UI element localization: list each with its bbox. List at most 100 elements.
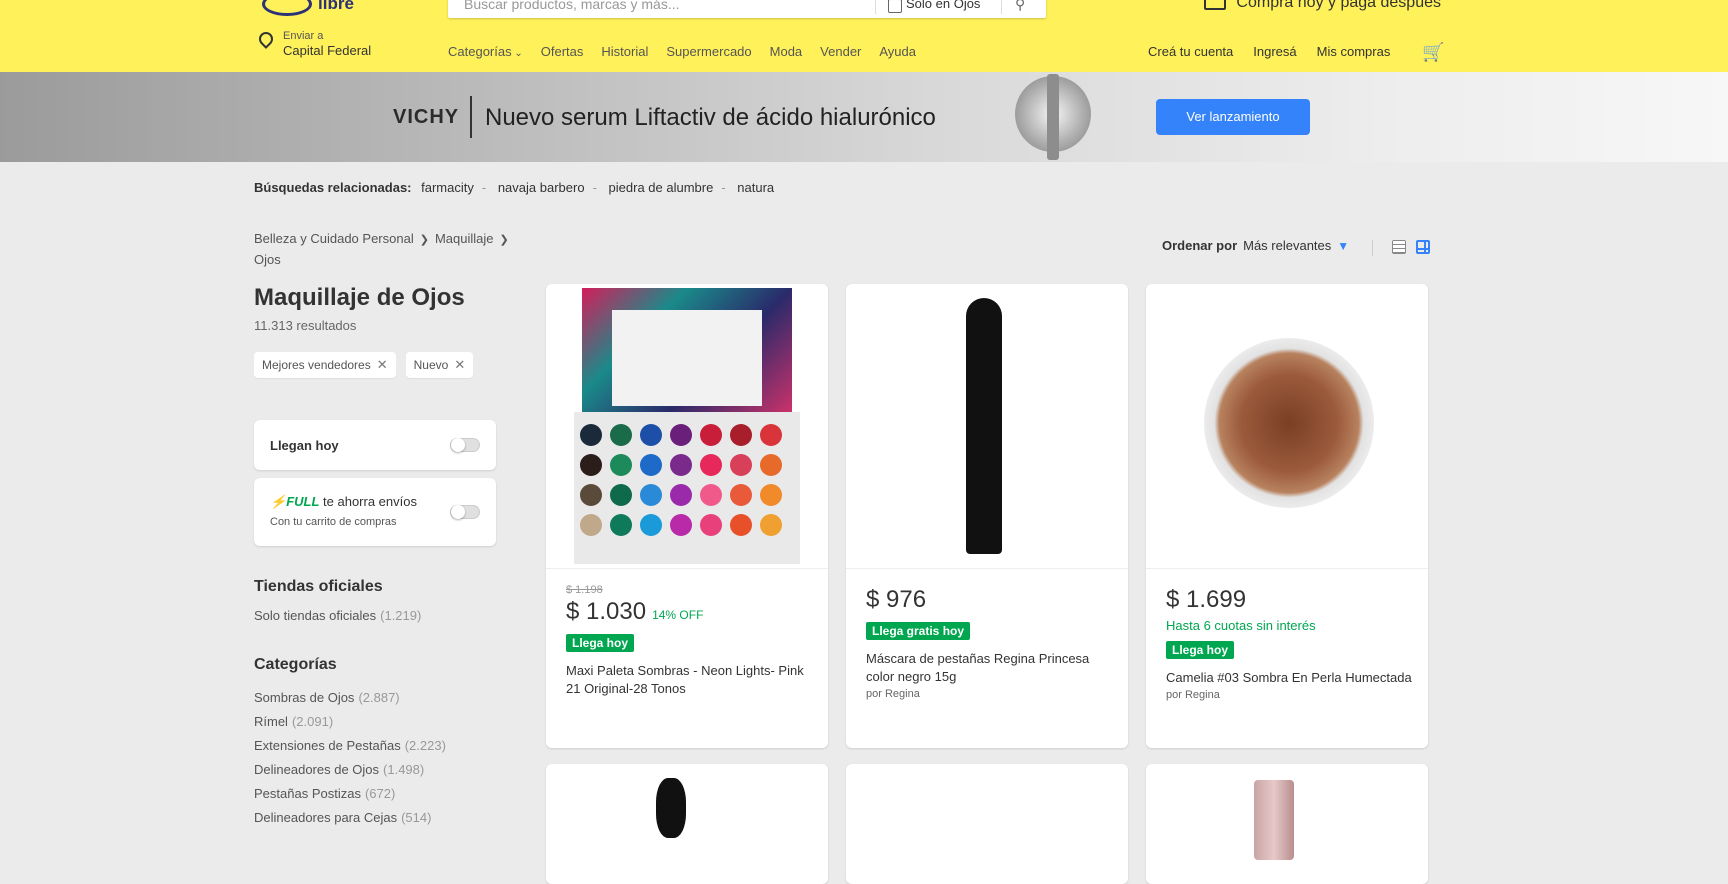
related-link[interactable]: natura xyxy=(737,180,774,195)
nav-supermercado[interactable]: Supermercado xyxy=(666,44,751,59)
breadcrumb: Belleza y Cuidado Personal ❯ Maquillaje ❯ O… xyxy=(254,229,524,270)
discount: 14% OFF xyxy=(652,608,704,622)
search-bar[interactable]: Buscar productos, marcas y más... Solo e… xyxy=(448,0,1046,18)
categorias-title: Categorías xyxy=(254,656,337,673)
nav-historial[interactable]: Historial xyxy=(601,44,648,59)
glitter-jar-image xyxy=(1204,338,1374,508)
banner-cta-button[interactable]: Ver lanzamiento xyxy=(1156,99,1310,135)
category-link[interactable]: Sombras de Ojos (2.887) xyxy=(254,686,446,710)
llegan-hoy-toggle[interactable] xyxy=(450,438,480,452)
chevron-right-icon: ❯ xyxy=(419,234,429,246)
nav-vender[interactable]: Vender xyxy=(820,44,861,59)
category-link[interactable]: Delineadores de Ojos (1.498) xyxy=(254,758,446,782)
results-count: 11.313 resultados xyxy=(254,318,357,333)
filter-chip[interactable]: Nuevo ✕ xyxy=(405,352,474,378)
applied-filters: Mejores vendedores ✕ Nuevo ✕ xyxy=(254,352,474,378)
price: $ 976 xyxy=(866,586,927,613)
page-title: Maquillaje de Ojos xyxy=(254,284,465,311)
account-nav: Creá tu cuenta Ingresá Mis compras xyxy=(1148,44,1390,59)
seller: por Regina xyxy=(866,688,920,700)
location-pin-icon xyxy=(256,29,276,49)
related-label: Búsquedas relacionadas: xyxy=(254,180,412,195)
search-divider-2 xyxy=(1001,0,1002,14)
tiendas-link[interactable]: Solo tiendas oficiales (1.219) xyxy=(254,608,421,623)
nav-ofertas[interactable]: Ofertas xyxy=(541,44,584,59)
mercadolibre-logo[interactable]: libre xyxy=(262,0,362,18)
banner-divider xyxy=(470,96,472,138)
product-title[interactable]: Camelia #03 Sombra En Perla Humectada xyxy=(1166,669,1412,687)
close-icon[interactable]: ✕ xyxy=(377,352,388,378)
eyeshadow-palette-image xyxy=(574,288,800,564)
promo-banner[interactable]: VICHY Nuevo serum Liftactiv de ácido hia… xyxy=(0,72,1728,162)
product-card[interactable]: $ 1.198 $ 1.030 14% OFF Llega hoy Maxi Pa… xyxy=(546,284,828,748)
product-card[interactable]: $ 976 Llega gratis hoy Máscara de pestañ… xyxy=(846,284,1128,748)
product-card[interactable]: $ 1.699 Hasta 6 cuotas sin interés Llega… xyxy=(1146,284,1428,748)
related-link[interactable]: farmacity xyxy=(421,180,474,195)
llegan-hoy-filter: Llegan hoy xyxy=(254,420,496,470)
product-title[interactable]: Máscara de pestañas Regina Princesa colo… xyxy=(866,650,1112,686)
card-icon xyxy=(1204,0,1227,10)
nav-moda[interactable]: Moda xyxy=(770,44,803,59)
chip-label: Nuevo xyxy=(413,358,449,372)
product-image[interactable] xyxy=(846,284,1128,569)
breadcrumb-item[interactable]: Maquillaje xyxy=(435,231,494,246)
view-divider xyxy=(1372,240,1373,256)
banner-tagline: Nuevo serum Liftactiv de ácido hialuróni… xyxy=(485,104,936,131)
price: $ 1.030 14% OFF xyxy=(566,598,704,625)
product-image[interactable] xyxy=(546,284,828,569)
cart-icon[interactable]: 🛒 xyxy=(1422,42,1444,63)
category-link[interactable]: Pestañas Postizas (672) xyxy=(254,782,446,806)
serum-bottle-image xyxy=(1015,74,1091,160)
list-view-icon[interactable] xyxy=(1392,240,1406,254)
llegan-hoy-label: Llegan hoy xyxy=(270,438,339,453)
sort-value: Más relevantes xyxy=(1243,238,1332,253)
close-icon[interactable]: ✕ xyxy=(454,352,465,378)
product-card[interactable] xyxy=(1146,764,1428,884)
handshake-icon xyxy=(262,0,312,16)
related-link[interactable]: navaja barbero xyxy=(498,180,585,195)
breadcrumb-item[interactable]: Belleza y Cuidado Personal xyxy=(254,231,414,246)
full-toggle[interactable] xyxy=(450,505,480,519)
categorias-list: Sombras de Ojos (2.887) Rímel (2.091) Exte… xyxy=(254,686,446,830)
category-link[interactable]: Delineadores para Cejas (514) xyxy=(254,806,446,830)
nav-ayuda[interactable]: Ayuda xyxy=(879,44,916,59)
product-title[interactable]: Maxi Paleta Sombras - Neon Lights- Pink … xyxy=(566,662,812,698)
full-sublabel: Con tu carrito de compras xyxy=(270,516,397,528)
product-image xyxy=(1254,780,1294,860)
full-bolt-icon: ⚡FULL xyxy=(270,494,320,509)
grid-view-icon[interactable] xyxy=(1416,240,1430,254)
product-card[interactable] xyxy=(846,764,1128,884)
scope-label: Solo en Ojos xyxy=(906,0,981,11)
scope-checkbox[interactable] xyxy=(888,0,902,13)
full-filter: ⚡FULL te ahorra envíos Con tu carrito de… xyxy=(254,478,496,546)
product-card[interactable] xyxy=(546,764,828,884)
full-label: ⚡FULL te ahorra envíos xyxy=(270,494,417,509)
related-link[interactable]: piedra de alumbre xyxy=(609,180,714,195)
header: libre Buscar productos, marcas y más... … xyxy=(0,0,1728,72)
related-searches: Búsquedas relacionadas: farmacity - navaj… xyxy=(254,180,775,195)
sort-dropdown[interactable]: Ordenar por Más relevantes ▼ xyxy=(1162,238,1349,253)
category-link[interactable]: Extensiones de Pestañas (2.223) xyxy=(254,734,446,758)
chevron-down-icon: ▼ xyxy=(1337,239,1350,253)
login-link[interactable]: Ingresá xyxy=(1253,44,1296,59)
my-purchases-link[interactable]: Mis compras xyxy=(1317,44,1391,59)
logo-word: libre xyxy=(318,0,354,13)
filter-chip[interactable]: Mejores vendedores ✕ xyxy=(254,352,396,378)
category-link[interactable]: Rímel (2.091) xyxy=(254,710,446,734)
search-input[interactable]: Buscar productos, marcas y más... xyxy=(464,0,680,12)
delivery-badge: Llega gratis hoy xyxy=(866,622,971,640)
nav-categorias[interactable]: Categorías xyxy=(448,44,523,59)
product-info: $ 976 Llega gratis hoy Máscara de pestañ… xyxy=(866,584,1112,700)
mascara-image xyxy=(966,298,1002,554)
promo-link[interactable]: Comprá hoy y pagá después xyxy=(1204,0,1441,12)
product-image[interactable] xyxy=(1146,284,1428,569)
breadcrumb-item[interactable]: Ojos xyxy=(254,252,281,267)
promo-text: Comprá hoy y pagá después xyxy=(1236,0,1441,11)
product-info: $ 1.699 Hasta 6 cuotas sin interés Llega… xyxy=(1166,584,1412,701)
create-account-link[interactable]: Creá tu cuenta xyxy=(1148,44,1233,59)
location-value: Capital Federal xyxy=(283,43,372,58)
search-icon[interactable]: ⚲ xyxy=(1015,0,1025,13)
price: $ 1.699 xyxy=(1166,586,1247,613)
delivery-badge: Llega hoy xyxy=(566,634,635,652)
main-nav: Categorías Ofertas Historial Supermercad… xyxy=(448,44,916,59)
